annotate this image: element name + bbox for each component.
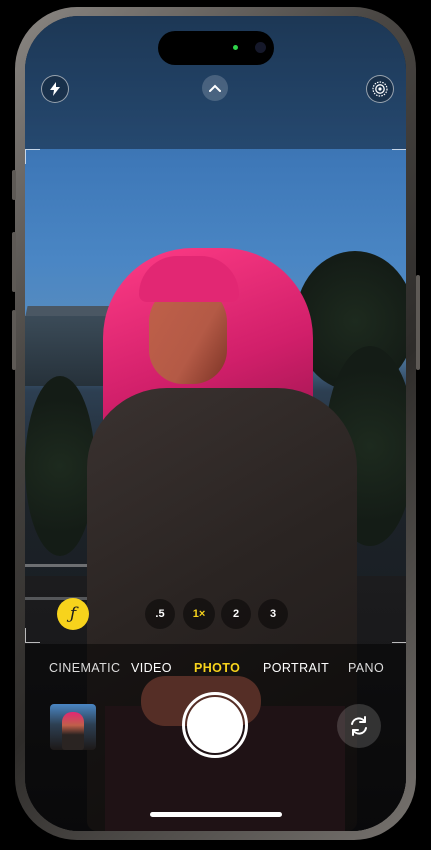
mode-video[interactable]: VIDEO — [131, 661, 172, 675]
action-button — [12, 170, 16, 200]
front-camera-lens — [255, 42, 266, 53]
live-photo-icon — [372, 81, 388, 97]
camera-in-use-indicator — [233, 45, 238, 50]
zoom-label: 3 — [269, 608, 277, 620]
tree — [25, 376, 95, 556]
side-button — [416, 275, 420, 370]
mode-pano[interactable]: PANO — [348, 661, 384, 675]
shutter-button[interactable] — [187, 697, 243, 753]
crop-corner-top-left — [25, 149, 40, 164]
zoom-option-0-5[interactable]: .5 — [145, 599, 175, 629]
bolt-icon — [50, 82, 60, 96]
last-photo-thumbnail[interactable] — [50, 704, 96, 750]
volume-down-button — [12, 310, 16, 370]
dynamic-island — [158, 31, 274, 65]
zoom-label: 2 — [232, 608, 240, 620]
mode-photo[interactable]: PHOTO — [194, 661, 240, 675]
zoom-option-2x[interactable]: 2 — [221, 599, 251, 629]
crop-corner-top-right — [392, 149, 406, 164]
volume-up-button — [12, 232, 16, 292]
flash-button[interactable] — [41, 75, 69, 103]
crop-corner-bottom-right — [392, 628, 406, 643]
zoom-option-3x[interactable]: 3 — [258, 599, 288, 629]
chevron-up-icon — [209, 84, 221, 92]
zoom-label: .5 — [155, 608, 165, 620]
crop-corner-bottom-left — [25, 628, 40, 643]
railing — [25, 564, 95, 600]
home-indicator[interactable] — [150, 812, 282, 817]
camera-flip-button[interactable] — [337, 704, 381, 748]
zoom-option-1x[interactable]: 1× — [183, 598, 215, 630]
live-photo-button[interactable] — [366, 75, 394, 103]
mode-portrait[interactable]: PORTRAIT — [263, 661, 329, 675]
zoom-label: 1× — [192, 608, 206, 620]
aperture-icon: ƒ — [69, 604, 77, 624]
controls-toggle-button[interactable] — [202, 75, 228, 101]
camera-flip-icon — [351, 716, 367, 736]
thumbnail-subject — [62, 712, 84, 750]
screen: ƒ .5 1× 2 3 CINEMATIC VIDEO PHOTO PORTRA… — [25, 16, 406, 831]
mode-cinematic[interactable]: CINEMATIC — [49, 661, 120, 675]
aperture-button[interactable]: ƒ — [57, 598, 89, 630]
